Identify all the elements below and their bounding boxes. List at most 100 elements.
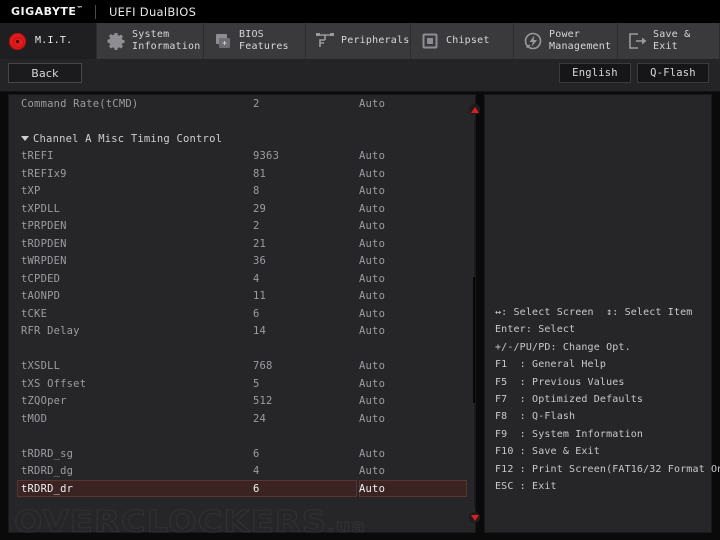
setting-value: 6 <box>253 308 260 320</box>
brand-bar: GIGABYTE™ UEFI DualBIOS <box>0 0 720 23</box>
tab-system-information[interactable]: System Information <box>97 23 204 59</box>
tab-save-exit[interactable]: Save & Exit <box>618 23 720 59</box>
setting-name: tRDRD_dg <box>21 465 73 477</box>
setting-option[interactable]: Auto <box>359 290 385 302</box>
settings-row[interactable]: tMOD 24 Auto <box>9 410 475 428</box>
settings-row[interactable]: tREFI9363Auto <box>9 148 475 166</box>
settings-row[interactable]: tCKE6Auto <box>9 305 475 323</box>
bios-setup-screen: GIGABYTE™ UEFI DualBIOS M.I.T. System Inf… <box>0 0 720 540</box>
settings-row[interactable]: tPRPDEN2Auto <box>9 218 475 236</box>
setting-value: 21 <box>253 238 266 250</box>
setting-option[interactable]: Auto <box>359 220 385 232</box>
setting-option[interactable]: Auto <box>359 378 385 390</box>
help-line: F1 : General Help <box>495 356 707 373</box>
setting-value: 81 <box>253 168 266 180</box>
settings-row[interactable]: tCPDED4Auto <box>9 270 475 288</box>
setting-value: 24 <box>253 413 266 425</box>
setting-name: tREFI <box>21 150 54 162</box>
settings-scrollbar[interactable] <box>466 94 482 533</box>
scroll-down-arrow-icon[interactable] <box>469 512 480 523</box>
setting-name: tMOD <box>21 413 47 425</box>
brand-divider <box>95 5 96 19</box>
setting-option[interactable]: Auto <box>359 395 385 407</box>
setting-name: tAONPD <box>21 290 60 302</box>
settings-row[interactable]: tXS Offset5Auto <box>9 375 475 393</box>
tab-label: System Information <box>132 29 200 53</box>
setting-option[interactable]: Auto <box>359 465 385 477</box>
setting-option[interactable]: Auto <box>359 325 385 337</box>
setting-option[interactable]: Auto <box>359 483 385 495</box>
setting-option[interactable]: Auto <box>359 308 385 320</box>
back-button[interactable]: Back <box>8 63 82 83</box>
row-spacer <box>9 340 475 358</box>
tab-m-i-t[interactable]: M.I.T. <box>0 23 97 59</box>
target-icon <box>8 30 30 52</box>
qflash-button[interactable]: Q-Flash <box>637 63 709 83</box>
setting-name: Command Rate(tCMD) <box>21 98 138 110</box>
setting-value: 14 <box>253 325 266 337</box>
setting-name: tRDPDEN <box>21 238 67 250</box>
settings-row[interactable]: tRDRD_dg 4 Auto <box>9 463 475 481</box>
settings-row[interactable]: tRDRD_sg6Auto <box>9 445 475 463</box>
setting-option[interactable]: Auto <box>359 203 385 215</box>
settings-row[interactable]: tXPDLL29Auto <box>9 200 475 218</box>
help-line: F5 : Previous Values <box>495 374 707 391</box>
tab-power-management[interactable]: Power Management <box>514 23 618 59</box>
setting-value: 2 <box>253 98 260 110</box>
setting-option[interactable]: Auto <box>359 255 385 267</box>
tab-chipset[interactable]: Chipset <box>411 23 514 59</box>
settings-group-header[interactable]: Channel A Misc Timing Control <box>9 130 475 148</box>
settings-row[interactable]: tZQOper 512 Auto <box>9 393 475 411</box>
setting-option[interactable]: Auto <box>359 273 385 285</box>
setting-name: tZQOper <box>21 395 67 407</box>
settings-row[interactable]: RFR Delay14Auto <box>9 323 475 341</box>
settings-row[interactable]: tREFIx9 81 Auto <box>9 165 475 183</box>
tab-peripherals[interactable]: Peripherals <box>306 23 411 59</box>
scroll-up-arrow-icon[interactable] <box>469 104 480 115</box>
setting-option[interactable]: Auto <box>359 413 385 425</box>
setting-option[interactable]: Auto <box>359 98 385 110</box>
trademark-symbol: ™ <box>76 5 83 12</box>
setting-option[interactable]: Auto <box>359 238 385 250</box>
setting-value: 512 <box>253 395 273 407</box>
tab-bios-features[interactable]: BIOS Features <box>204 23 306 59</box>
setting-name: tWRPDEN <box>21 255 67 267</box>
settings-row[interactable]: tXSDLL 768 Auto <box>9 358 475 376</box>
help-line: ↔: Select Screen ↕: Select Item <box>495 304 707 321</box>
settings-row[interactable]: Command Rate(tCMD) 2 Auto <box>9 95 475 113</box>
gear-icon <box>105 30 127 52</box>
help-line: F8 : Q-Flash <box>495 408 707 425</box>
setting-name: tREFIx9 <box>21 168 67 180</box>
help-line: Enter: Select <box>495 321 707 338</box>
settings-row[interactable]: tXP8Auto <box>9 183 475 201</box>
group-label: Channel A Misc Timing Control <box>33 133 222 145</box>
setting-option[interactable]: Auto <box>359 168 385 180</box>
scrollbar-thumb[interactable] <box>473 277 475 403</box>
setting-name: tXSDLL <box>21 360 60 372</box>
language-button[interactable]: English <box>559 63 631 83</box>
settings-row[interactable]: tWRPDEN36Auto <box>9 253 475 271</box>
help-key-list: ↔: Select Screen ↕: Select ItemEnter: Se… <box>495 304 707 495</box>
setting-option[interactable]: Auto <box>359 448 385 460</box>
help-line: F7 : Optimized Defaults <box>495 391 707 408</box>
setting-value: 4 <box>253 465 260 477</box>
setting-value: 4 <box>253 273 260 285</box>
setting-value: 29 <box>253 203 266 215</box>
help-line: +/-/PU/PD: Change Opt. <box>495 339 707 356</box>
setting-option[interactable]: Auto <box>359 185 385 197</box>
tab-label: BIOS Features <box>239 29 289 53</box>
setting-value: 5 <box>253 378 260 390</box>
setting-name: tXP <box>21 185 41 197</box>
help-line: ESC : Exit <box>495 478 707 495</box>
setting-name: tPRPDEN <box>21 220 67 232</box>
settings-row[interactable]: tRDPDEN 21 Auto <box>9 235 475 253</box>
setting-value: 768 <box>253 360 273 372</box>
setting-name: tRDRD_dr <box>21 483 73 495</box>
help-line: F10 : Save & Exit <box>495 443 707 460</box>
settings-row-selected[interactable]: tRDRD_dr6Auto <box>9 480 475 498</box>
setting-option[interactable]: Auto <box>359 360 385 372</box>
exit-door-icon <box>626 30 648 52</box>
settings-row[interactable]: tAONPD11Auto <box>9 288 475 306</box>
setting-option[interactable]: Auto <box>359 150 385 162</box>
tab-label: Peripherals <box>341 35 409 47</box>
